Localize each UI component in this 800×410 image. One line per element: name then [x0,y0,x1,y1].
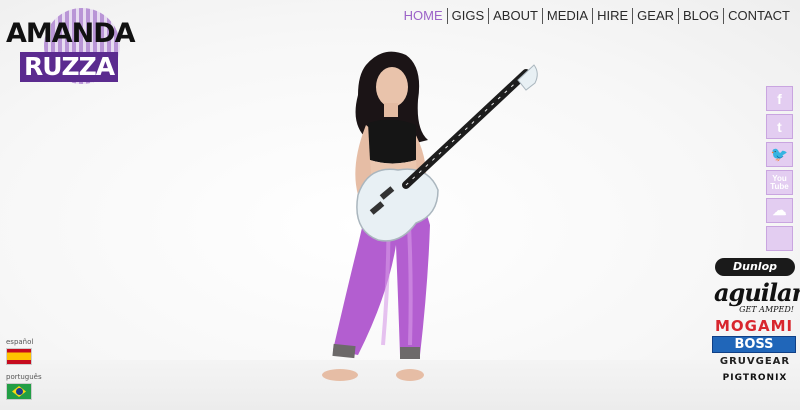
nav-home[interactable]: HOME [400,8,447,24]
main-nav: HOME GIGS ABOUT MEDIA HIRE GEAR BLOG CON… [400,8,794,24]
nav-hire[interactable]: HIRE [593,8,632,24]
nav-gear[interactable]: GEAR [633,8,678,24]
gruvgear-logo[interactable]: GRUVGEAR [712,356,798,368]
pigtronix-logo[interactable]: PIGTRONIX [712,372,798,384]
brazil-flag-icon[interactable] [6,383,32,400]
tumblr-icon[interactable]: t [766,114,793,139]
nav-media[interactable]: MEDIA [543,8,592,24]
boss-logo[interactable]: BOSS [712,336,796,353]
sponsor-logos: Dunlop aguilar GET AMPED! MOGAMI BOSS GR… [712,258,800,384]
language-spanish[interactable]: español [6,338,33,365]
aguilar-logo[interactable]: aguilar [712,281,800,305]
language-label: español [6,338,34,346]
youtube-icon[interactable]: You Tube [766,170,793,195]
language-label: português [6,373,42,381]
nav-gigs[interactable]: GIGS [448,8,489,24]
social-links: f t 🐦 You Tube ☁ [766,86,793,254]
apple-icon[interactable] [766,226,793,251]
artist-photo [322,51,538,381]
spain-flag-icon[interactable] [6,348,32,365]
facebook-icon[interactable]: f [766,86,793,111]
mogami-logo[interactable]: MOGAMI [712,318,798,334]
twitter-icon[interactable]: 🐦 [766,142,793,167]
site-logo[interactable]: AMANDA RUZZA [6,8,138,86]
logo-last-name: RUZZA [20,52,119,82]
language-portuguese[interactable]: português [6,373,42,400]
logo-first-name: AMANDA [6,18,136,49]
nav-contact[interactable]: CONTACT [724,8,794,24]
dunlop-logo[interactable]: Dunlop [715,258,795,276]
soundcloud-icon[interactable]: ☁ [766,198,793,223]
nav-about[interactable]: ABOUT [489,8,542,24]
nav-blog[interactable]: BLOG [679,8,723,24]
